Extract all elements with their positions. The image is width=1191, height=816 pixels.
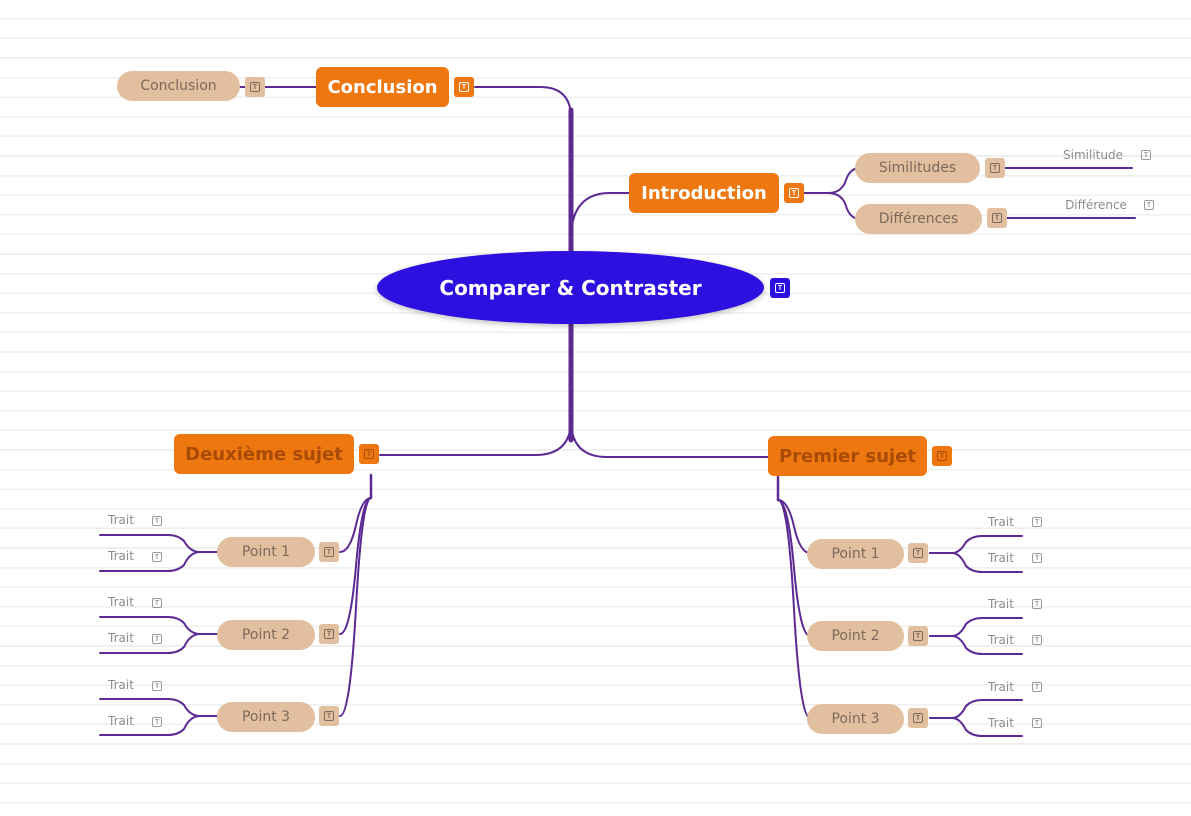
right-trait[interactable]: Trait <box>984 550 1018 566</box>
topic-premier-sujet[interactable]: Premier sujet <box>768 436 927 476</box>
note-glyph: T <box>913 713 923 723</box>
subtopic-similitudes[interactable]: Similitudes <box>855 153 980 183</box>
right-point-2[interactable]: Point 2 <box>807 621 904 651</box>
note-glyph: T <box>1032 599 1042 609</box>
right-trait[interactable]: Trait <box>984 514 1018 530</box>
note-glyph: T <box>1032 635 1042 645</box>
text-note-icon[interactable]: T <box>770 278 790 298</box>
text-note-icon[interactable]: T <box>150 715 164 729</box>
note-glyph: T <box>364 449 374 459</box>
connector-introduction <box>570 192 630 236</box>
left-trait[interactable]: Trait <box>104 713 138 729</box>
note-glyph: T <box>250 82 260 92</box>
note-glyph: T <box>152 598 162 608</box>
note-glyph: T <box>1141 150 1151 160</box>
left-trait[interactable]: Trait <box>104 548 138 564</box>
note-glyph: T <box>789 188 799 198</box>
note-glyph: T <box>152 552 162 562</box>
note-glyph: T <box>1032 553 1042 563</box>
note-glyph: T <box>937 451 947 461</box>
left-point-2[interactable]: Point 2 <box>217 620 315 650</box>
text-note-icon[interactable]: T <box>985 158 1005 178</box>
note-glyph: T <box>990 163 1000 173</box>
connector-differences <box>803 192 861 220</box>
text-note-icon[interactable]: T <box>908 543 928 563</box>
left-point-3[interactable]: Point 3 <box>217 702 315 732</box>
leaf-difference[interactable]: Différence <box>1060 197 1132 213</box>
note-glyph: T <box>913 631 923 641</box>
text-note-icon[interactable]: T <box>245 77 265 97</box>
right-trait[interactable]: Trait <box>984 715 1018 731</box>
text-note-icon[interactable]: T <box>784 183 804 203</box>
left-trait[interactable]: Trait <box>104 594 138 610</box>
note-glyph: T <box>152 634 162 644</box>
left-trait[interactable]: Trait <box>104 512 138 528</box>
text-note-icon[interactable]: T <box>150 596 164 610</box>
text-note-icon[interactable]: T <box>359 444 379 464</box>
text-note-icon[interactable]: T <box>150 550 164 564</box>
text-note-icon[interactable]: T <box>1139 148 1153 162</box>
note-glyph: T <box>152 717 162 727</box>
connector-deuxieme <box>379 419 572 456</box>
note-glyph: T <box>775 283 785 293</box>
note-glyph: T <box>152 681 162 691</box>
leaf-similitude[interactable]: Similitude <box>1058 147 1128 163</box>
right-point-3[interactable]: Point 3 <box>807 704 904 734</box>
text-note-icon[interactable]: T <box>319 542 339 562</box>
text-note-icon[interactable]: T <box>1030 680 1044 694</box>
text-note-icon[interactable]: T <box>150 632 164 646</box>
text-note-icon[interactable]: T <box>1030 551 1044 565</box>
topic-introduction[interactable]: Introduction <box>629 173 779 213</box>
left-trait[interactable]: Trait <box>104 630 138 646</box>
right-trait[interactable]: Trait <box>984 596 1018 612</box>
note-glyph: T <box>913 548 923 558</box>
left-trait[interactable]: Trait <box>104 677 138 693</box>
central-topic[interactable]: Comparer & Contraster <box>377 251 764 324</box>
note-glyph: T <box>1144 200 1154 210</box>
connector-premier <box>570 419 769 458</box>
text-note-icon[interactable]: T <box>1142 198 1156 212</box>
text-note-icon[interactable]: T <box>1030 515 1044 529</box>
note-glyph: T <box>1032 517 1042 527</box>
note-glyph: T <box>992 213 1002 223</box>
note-glyph: T <box>324 629 334 639</box>
note-glyph: T <box>324 547 334 557</box>
subtopic-conclusion[interactable]: Conclusion <box>117 71 240 101</box>
text-note-icon[interactable]: T <box>932 446 952 466</box>
connector-right-point <box>777 499 811 719</box>
note-glyph: T <box>1032 718 1042 728</box>
text-note-icon[interactable]: T <box>150 514 164 528</box>
note-glyph: T <box>152 516 162 526</box>
right-trait[interactable]: Trait <box>984 632 1018 648</box>
text-note-icon[interactable]: T <box>987 208 1007 228</box>
subtopic-differences[interactable]: Différences <box>855 204 982 234</box>
note-glyph: T <box>459 82 469 92</box>
text-note-icon[interactable]: T <box>908 708 928 728</box>
connector-conclusion <box>474 86 572 119</box>
connector-similitudes <box>803 167 861 194</box>
text-note-icon[interactable]: T <box>908 626 928 646</box>
note-glyph: T <box>324 711 334 721</box>
text-note-icon[interactable]: T <box>150 679 164 693</box>
text-note-icon[interactable]: T <box>1030 633 1044 647</box>
text-note-icon[interactable]: T <box>1030 597 1044 611</box>
right-point-1[interactable]: Point 1 <box>807 539 904 569</box>
text-note-icon[interactable]: T <box>319 624 339 644</box>
topic-conclusion[interactable]: Conclusion <box>316 67 449 107</box>
left-point-1[interactable]: Point 1 <box>217 537 315 567</box>
text-note-icon[interactable]: T <box>1030 716 1044 730</box>
text-note-icon[interactable]: T <box>454 77 474 97</box>
topic-deuxieme-sujet[interactable]: Deuxième sujet <box>174 434 354 474</box>
right-trait[interactable]: Trait <box>984 679 1018 695</box>
note-glyph: T <box>1032 682 1042 692</box>
text-note-icon[interactable]: T <box>319 706 339 726</box>
